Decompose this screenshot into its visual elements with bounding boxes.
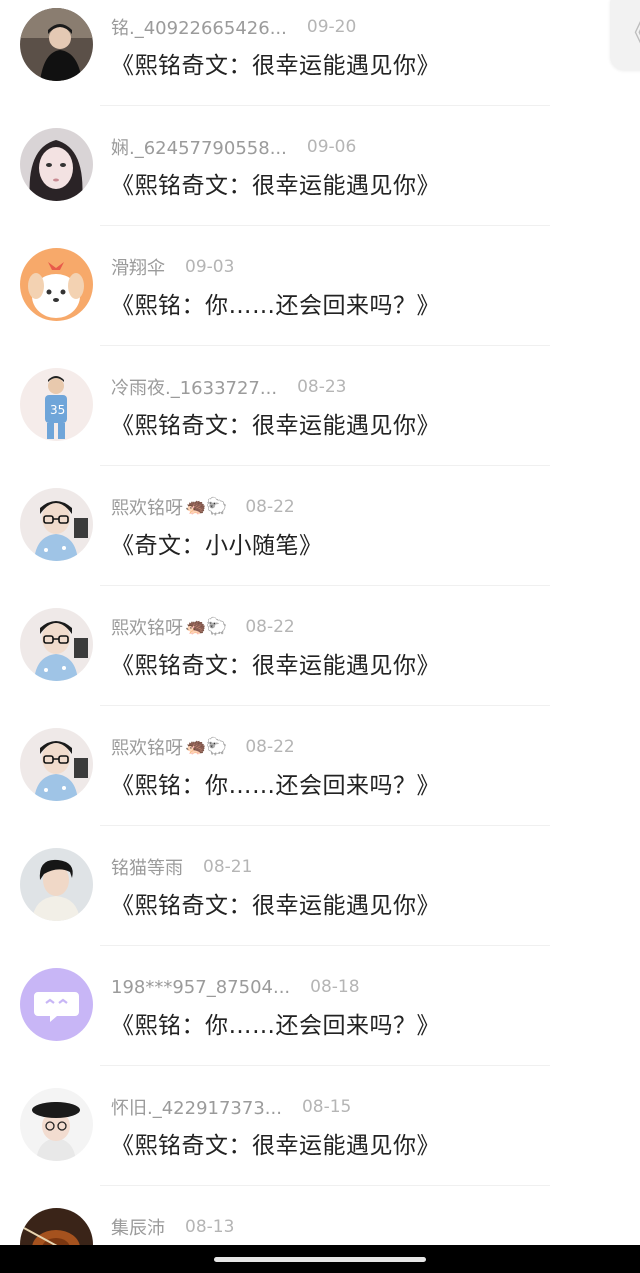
avatar[interactable]: [20, 8, 93, 81]
comment-article-title[interactable]: 《熙铭：你……还会回来吗？》: [111, 766, 440, 800]
comment-meta: 熙欢铭呀 🦔🐑 08-22: [111, 494, 295, 520]
system-navigation-bar: [0, 1245, 640, 1273]
comment-row[interactable]: 熙欢铭呀 🦔🐑 08-22 《熙铭奇文：很幸运能遇见你》: [0, 586, 640, 706]
comment-article-title[interactable]: 《熙铭奇文：很幸运能遇见你》: [111, 1126, 440, 1160]
comment-row[interactable]: 铭猫等雨 08-21 《熙铭奇文：很幸运能遇见你》: [0, 826, 640, 946]
svg-text:35: 35: [50, 403, 65, 417]
chevron-left-icon: 《: [622, 13, 640, 48]
username[interactable]: 熙欢铭呀: [111, 734, 183, 760]
username[interactable]: 铭._40922665426...: [111, 14, 287, 40]
avatar[interactable]: [20, 1088, 93, 1161]
username-emoji: 🦔🐑: [185, 497, 228, 517]
comment-row[interactable]: 熙欢铭呀 🦔🐑 08-22 《熙铭：你……还会回来吗？》: [0, 706, 640, 826]
comment-date: 08-13: [185, 1217, 235, 1237]
username-emoji: 🦔🐑: [185, 737, 228, 757]
comment-article-title[interactable]: 《奇文：小小随笔》: [111, 526, 323, 560]
comment-meta: 熙欢铭呀 🦔🐑 08-22: [111, 734, 295, 760]
comment-date: 08-21: [203, 857, 253, 877]
home-indicator[interactable]: [214, 1257, 426, 1262]
username[interactable]: 198***957_87504...: [111, 977, 290, 998]
comment-row[interactable]: 35 冷雨夜._1633727... 08-23 《熙铭奇文：很幸运能遇见你》: [0, 346, 640, 466]
username-emoji: 🦔🐑: [185, 617, 228, 637]
comment-article-title[interactable]: 《熙铭：你……还会回来吗？》: [111, 286, 440, 320]
username[interactable]: 熙欢铭呀: [111, 494, 183, 520]
avatar[interactable]: [20, 848, 93, 921]
avatar[interactable]: [20, 968, 93, 1041]
comment-meta: 铭猫等雨 08-21: [111, 854, 252, 880]
comment-meta: 集辰沛 08-13: [111, 1214, 234, 1240]
avatar[interactable]: [20, 608, 93, 681]
comment-row[interactable]: 熙欢铭呀 🦔🐑 08-22 《奇文：小小随笔》: [0, 466, 640, 586]
comment-meta: 冷雨夜._1633727... 08-23: [111, 374, 346, 400]
username[interactable]: 娴._62457790558...: [111, 134, 287, 160]
comment-date: 08-18: [310, 977, 360, 997]
avatar[interactable]: [20, 488, 93, 561]
username[interactable]: 集辰沛: [111, 1214, 165, 1240]
username[interactable]: 滑翔伞: [111, 254, 165, 280]
comment-date: 08-22: [245, 737, 295, 757]
comment-list-screen: 铭._40922665426... 09-20 《熙铭奇文：很幸运能遇见你》 娴._6…: [0, 0, 640, 1273]
username[interactable]: 怀旧._422917373...: [111, 1094, 282, 1120]
comment-meta: 铭._40922665426... 09-20: [111, 14, 356, 40]
comment-date: 08-23: [297, 377, 347, 397]
avatar[interactable]: 35: [20, 368, 93, 441]
comment-meta: 怀旧._422917373... 08-15: [111, 1094, 351, 1120]
comment-row[interactable]: 怀旧._422917373... 08-15 《熙铭奇文：很幸运能遇见你》: [0, 1066, 640, 1186]
comment-meta: 娴._62457790558... 09-06: [111, 134, 356, 160]
avatar[interactable]: [20, 128, 93, 201]
comment-date: 08-15: [301, 1097, 352, 1117]
comment-date: 09-03: [185, 257, 235, 277]
comment-row[interactable]: 198***957_87504... 08-18 《熙铭：你……还会回来吗？》: [0, 946, 640, 1066]
username[interactable]: 铭猫等雨: [111, 854, 183, 880]
comment-meta: 滑翔伞 09-03: [111, 254, 234, 280]
comment-date: 08-22: [245, 497, 295, 517]
avatar[interactable]: [20, 728, 93, 801]
comment-article-title[interactable]: 《熙铭：你……还会回来吗？》: [111, 1006, 440, 1040]
comment-row[interactable]: 娴._62457790558... 09-06 《熙铭奇文：很幸运能遇见你》: [0, 106, 640, 226]
comment-list[interactable]: 铭._40922665426... 09-20 《熙铭奇文：很幸运能遇见你》 娴._6…: [0, 0, 640, 1273]
comment-date: 09-20: [306, 17, 357, 37]
comment-row[interactable]: 铭._40922665426... 09-20 《熙铭奇文：很幸运能遇见你》: [0, 0, 640, 106]
comment-article-title[interactable]: 《熙铭奇文：很幸运能遇见你》: [111, 166, 440, 200]
comment-article-title[interactable]: 《熙铭奇文：很幸运能遇见你》: [111, 646, 440, 680]
username[interactable]: 冷雨夜._1633727...: [111, 374, 277, 400]
comment-article-title[interactable]: 《熙铭奇文：很幸运能遇见你》: [111, 406, 440, 440]
comment-row[interactable]: 滑翔伞 09-03 《熙铭：你……还会回来吗？》: [0, 226, 640, 346]
comment-date: 08-22: [245, 617, 295, 637]
avatar[interactable]: [20, 248, 93, 321]
comment-meta: 198***957_87504... 08-18: [111, 974, 360, 1000]
comment-article-title[interactable]: 《熙铭奇文：很幸运能遇见你》: [111, 46, 440, 80]
comment-date: 09-06: [306, 137, 357, 157]
username[interactable]: 熙欢铭呀: [111, 614, 183, 640]
comment-meta: 熙欢铭呀 🦔🐑 08-22: [111, 614, 295, 640]
collapse-side-tab[interactable]: 《: [610, 0, 640, 70]
comment-article-title[interactable]: 《熙铭奇文：很幸运能遇见你》: [111, 886, 440, 920]
